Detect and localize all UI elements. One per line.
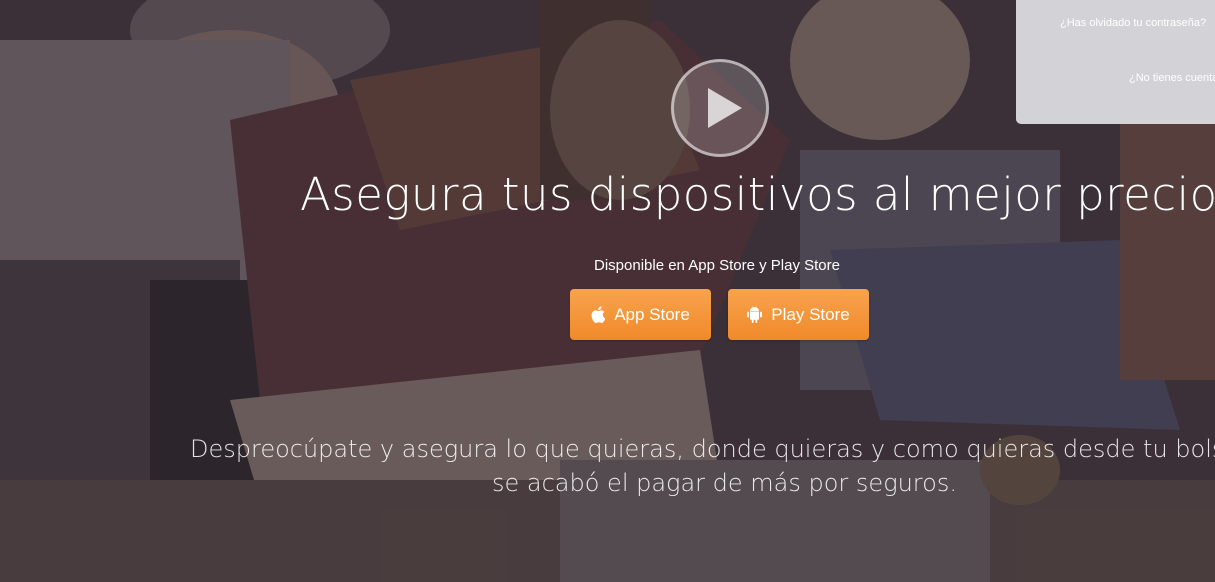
availability-text: Disponible en App Store y Play Store bbox=[594, 257, 840, 274]
android-icon bbox=[747, 306, 763, 323]
subtext-line-1: Despreocúpate y asegura lo que quieras, … bbox=[190, 435, 1215, 463]
play-icon bbox=[708, 88, 742, 128]
play-video-button[interactable] bbox=[671, 59, 769, 157]
play-store-label: Play Store bbox=[771, 304, 850, 324]
subtext-line-2: se acabó el pagar de más por seguros. bbox=[492, 469, 957, 497]
forgot-password-link[interactable]: ¿Has olvidado tu contraseña? bbox=[1060, 17, 1206, 29]
apple-icon bbox=[591, 306, 606, 323]
hero-subtext: Despreocúpate y asegura lo que quieras, … bbox=[190, 432, 1215, 500]
no-account-link[interactable]: ¿No tienes cuenta bbox=[1129, 72, 1215, 84]
app-store-label: App Store bbox=[614, 304, 690, 324]
page-title: Asegura tus dispositivos al mejor precio bbox=[300, 168, 1215, 221]
play-store-button[interactable]: Play Store bbox=[728, 289, 869, 340]
hero-section: ¿Has olvidado tu contraseña? ¿No tienes … bbox=[0, 0, 1215, 582]
app-store-button[interactable]: App Store bbox=[570, 289, 711, 340]
login-panel: ¿Has olvidado tu contraseña? ¿No tienes … bbox=[1016, 0, 1215, 124]
